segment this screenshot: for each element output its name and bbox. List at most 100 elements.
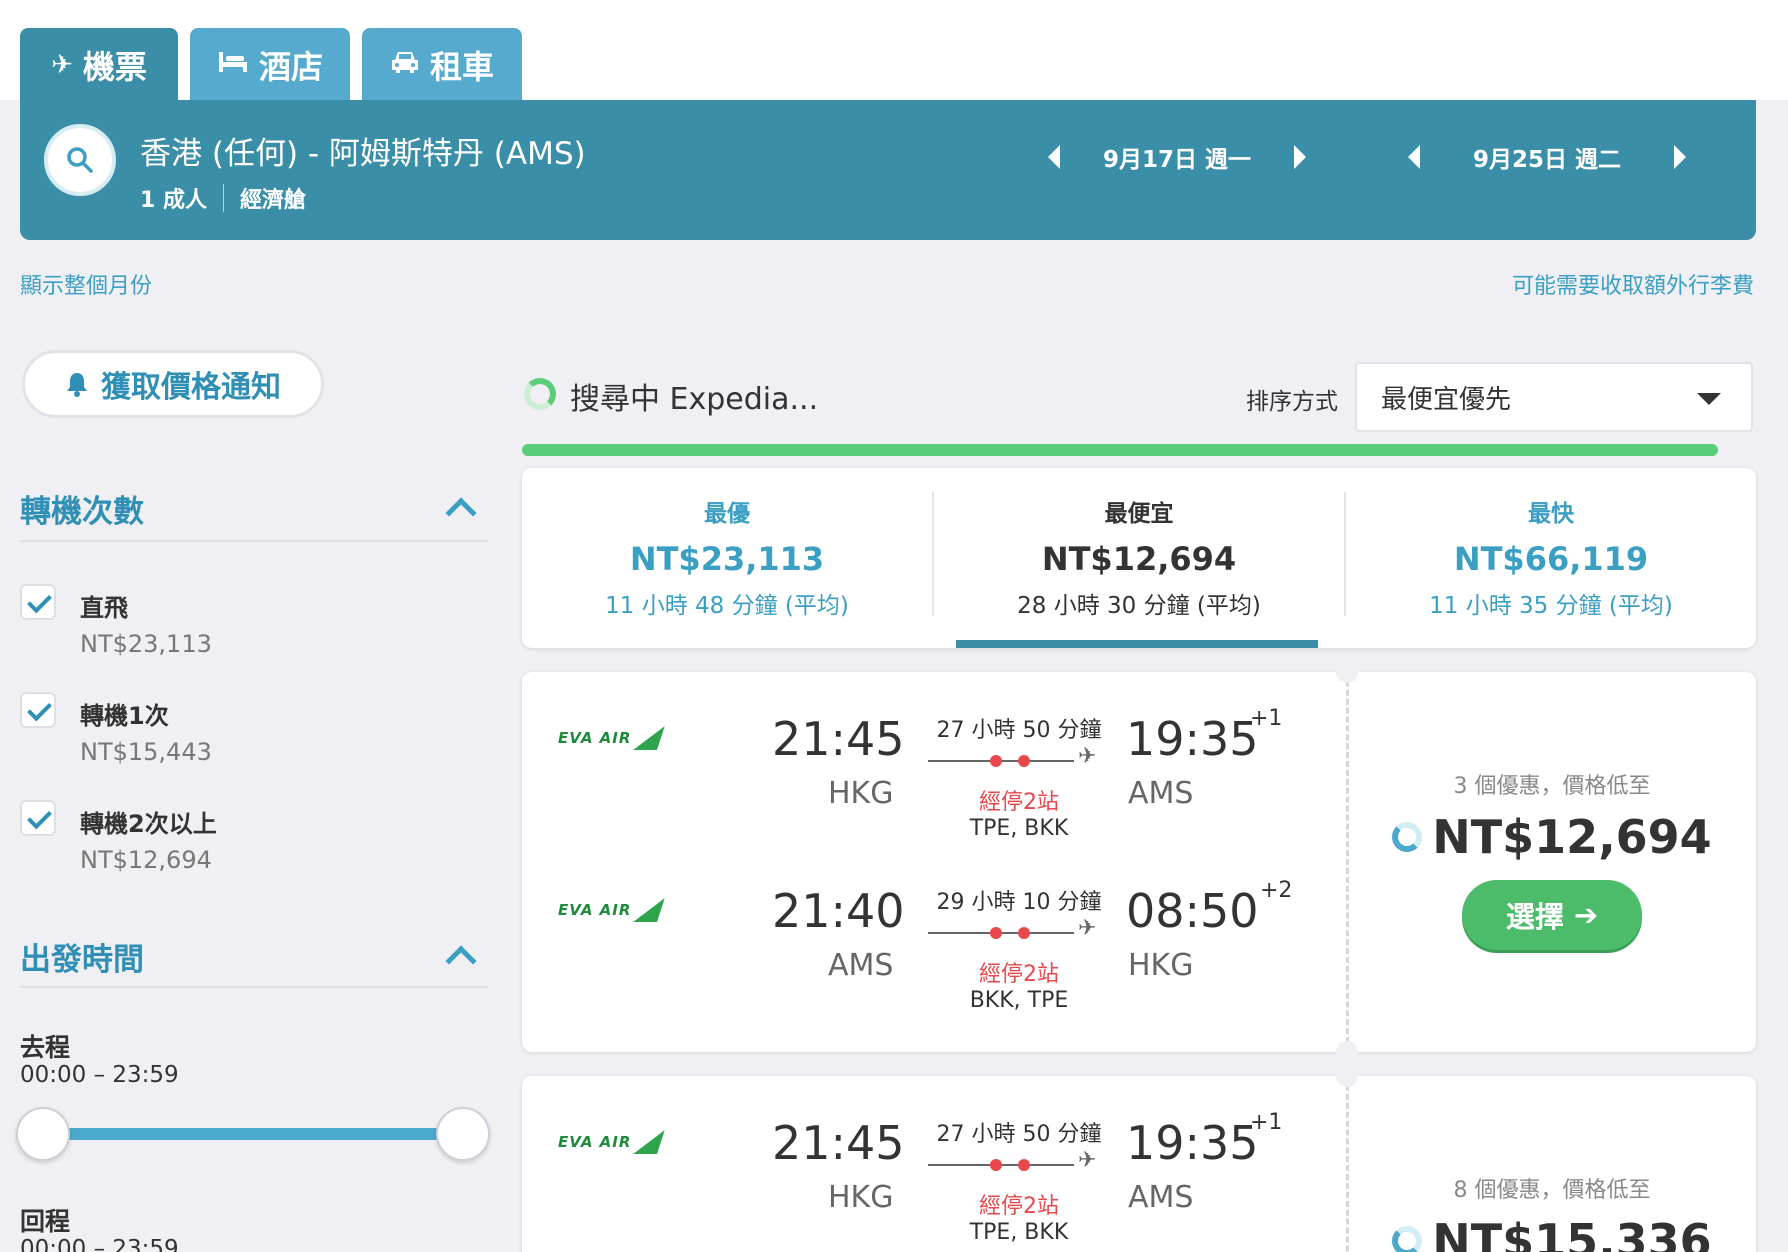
arrival-airport: AMS (1128, 776, 1194, 811)
checkbox-nonstop[interactable] (20, 584, 56, 620)
search-icon (67, 147, 93, 173)
selected-tab-indicator (956, 640, 1318, 648)
tab-fastest[interactable]: 最快 NT$66,119 11 小時 35 分鐘 (平均) (1346, 468, 1756, 648)
stop-count: 經停2站 (979, 962, 1059, 987)
show-whole-month-link[interactable]: 顯示整個月份 (20, 268, 152, 300)
route-text: 香港 (任何) - 阿姆斯特丹 (AMS) (140, 136, 586, 172)
stop-option-price: NT$12,694 (80, 846, 212, 874)
day-offset: +2 (1260, 878, 1293, 903)
traveller-info: 1 成人 經濟艙 (140, 182, 306, 214)
flight-result-card[interactable]: EVA AIR 21:45 HKG 27 小時 50 分鐘 ✈ 經停2站 TPE… (522, 661, 1756, 1063)
airline-logo: EVA AIR (558, 1130, 661, 1154)
price-value: NT$12,694 (1432, 810, 1712, 864)
loading-spinner-icon (1392, 1226, 1423, 1252)
checkbox-one-stop[interactable] (20, 692, 56, 728)
summary-price: NT$66,119 (1453, 540, 1649, 578)
summary-duration: 28 小時 30 分鐘 (平均) (1017, 593, 1261, 619)
stopover-airports: BKK, TPE (969, 988, 1069, 1013)
search-summary-banner[interactable]: 香港 (任何) - 阿姆斯特丹 (AMS) 1 成人 經濟艙 9月17日 週一 … (20, 100, 1756, 240)
divider (20, 986, 488, 988)
ticket-notch (1336, 1041, 1358, 1063)
outbound-time-range: 00:00 – 23:59 (20, 1062, 179, 1088)
tab-hotels[interactable]: 酒店 (190, 28, 350, 102)
search-button[interactable] (44, 124, 116, 196)
bell-icon (67, 373, 87, 397)
arrow-right-icon: ➔ (1573, 898, 1599, 932)
stop-dot (1018, 1159, 1030, 1171)
stop-option-label[interactable]: 直飛 (80, 588, 128, 623)
divider (20, 540, 488, 542)
stop-count: 經停2站 (979, 790, 1059, 815)
departure-time: 21:45 (772, 712, 905, 766)
stop-option-price: NT$15,443 (80, 738, 212, 766)
flight-result-card[interactable]: EVA AIR 21:45 HKG 27 小時 50 分鐘 ✈ 經停2站 TPE… (522, 1065, 1756, 1252)
flight-duration: 29 小時 10 分鐘 (936, 890, 1102, 915)
collapse-chevron-up-icon[interactable] (445, 945, 477, 977)
plane-icon: ✈ (1078, 1148, 1097, 1173)
stopover-airports: TPE, BKK (969, 816, 1069, 841)
prev-return-date-arrow-icon[interactable] (1408, 145, 1420, 169)
airline-name: EVA AIR (558, 901, 632, 919)
tab-label: 租車 (429, 48, 494, 86)
stops-filter-title[interactable]: 轉機次數 (20, 486, 144, 531)
searching-status: 搜尋中 Expedia... (570, 382, 819, 417)
tab-label: 機票 (82, 48, 147, 86)
divider (222, 184, 224, 212)
slider-handle-end[interactable] (436, 1107, 490, 1161)
tab-car-rental[interactable]: 租車 (362, 28, 522, 102)
price-value: NT$15,336 (1432, 1214, 1712, 1252)
collapse-chevron-up-icon[interactable] (445, 497, 477, 529)
outbound-leg: EVA AIR 21:45 HKG 27 小時 50 分鐘 ✈ 經停2站 TPE… (522, 1076, 1346, 1245)
arrival-time: 08:50 (1126, 884, 1259, 938)
arrival-time: 19:35 (1126, 712, 1259, 766)
summary-duration: 11 小時 48 分鐘 (平均) (605, 593, 849, 619)
checkbox-two-plus-stops[interactable] (20, 800, 56, 836)
airline-name: EVA AIR (558, 729, 632, 747)
slider-handle-start[interactable] (16, 1107, 70, 1161)
offer-price: NT$12,694 (1348, 810, 1756, 864)
tab-flights[interactable]: ✈ 機票 (20, 28, 178, 102)
airline-logo: EVA AIR (558, 898, 661, 922)
stop-option-label[interactable]: 轉機1次 (80, 696, 169, 731)
loading-spinner-icon (1392, 822, 1423, 852)
sort-dropdown[interactable]: 最便宜優先 (1355, 362, 1753, 432)
chevron-down-icon (1697, 393, 1721, 405)
offer-count: 3 個優惠，價格低至 (1453, 774, 1651, 799)
offer-price: NT$15,336 (1348, 1214, 1756, 1252)
cabin-class: 經濟艙 (239, 188, 306, 213)
tab-cheapest[interactable]: 最便宜 NT$12,694 28 小時 30 分鐘 (平均) (934, 468, 1344, 648)
return-date[interactable]: 9月25日 週二 (1420, 140, 1674, 174)
summary-price: NT$23,113 (629, 540, 825, 578)
car-icon (390, 49, 420, 82)
depart-date-nav: 9月17日 週一 (1048, 140, 1306, 174)
arrival-time: 19:35 (1126, 1116, 1259, 1170)
return-date-nav: 9月25日 週二 (1408, 140, 1686, 174)
sort-value: 最便宜優先 (1381, 384, 1512, 415)
outbound-time-slider[interactable] (44, 1128, 464, 1140)
next-return-date-arrow-icon[interactable] (1674, 145, 1686, 169)
tab-label: 酒店 (258, 48, 323, 86)
departure-airport: HKG (828, 1180, 894, 1215)
outbound-leg: EVA AIR 21:45 HKG 27 小時 50 分鐘 ✈ 經停2站 TPE… (522, 672, 1346, 841)
airline-tail-icon (634, 726, 666, 750)
return-leg: EVA AIR 21:40 AMS 29 小時 10 分鐘 ✈ 經停2站 BKK… (522, 844, 1346, 1013)
depart-date[interactable]: 9月17日 週一 (1060, 140, 1294, 174)
summary-title: 最便宜 (1104, 501, 1174, 527)
stop-option-label[interactable]: 轉機2次以上 (80, 804, 217, 839)
tab-best[interactable]: 最優 NT$23,113 11 小時 48 分鐘 (平均) (522, 468, 932, 648)
next-depart-date-arrow-icon[interactable] (1294, 145, 1306, 169)
offer-count: 8 個優惠，價格低至 (1453, 1178, 1651, 1203)
baggage-fee-link[interactable]: 可能需要收取額外行李費 (1512, 268, 1754, 300)
select-button[interactable]: 選擇 ➔ (1462, 880, 1642, 950)
price-alert-button[interactable]: 獲取價格通知 (22, 350, 324, 418)
prev-depart-date-arrow-icon[interactable] (1048, 145, 1060, 169)
stopover-airports: TPE, BKK (969, 1220, 1069, 1245)
return-time-range: 00:00 – 23:59 (20, 1236, 179, 1252)
passenger-count: 1 成人 (140, 188, 207, 213)
select-label: 選擇 (1505, 900, 1564, 934)
sort-label: 排序方式 (1246, 389, 1338, 415)
departure-time-filter-title[interactable]: 出發時間 (20, 934, 144, 979)
airline-logo: EVA AIR (558, 726, 661, 750)
departure-airport: HKG (828, 776, 894, 811)
departure-time: 21:45 (772, 1116, 905, 1170)
